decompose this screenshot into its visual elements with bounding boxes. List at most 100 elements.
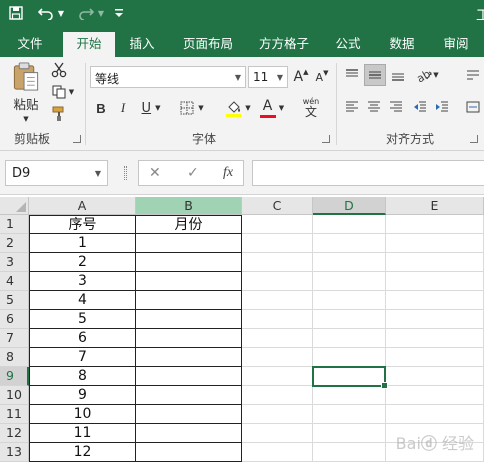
increase-indent-button[interactable] xyxy=(432,97,452,117)
cell-c7[interactable] xyxy=(242,329,313,348)
cell-e5[interactable] xyxy=(386,291,484,310)
undo-dropdown-icon[interactable]: ▼ xyxy=(56,3,66,23)
row-header-5[interactable]: 5 xyxy=(0,291,29,310)
fill-color-button[interactable]: ▼ xyxy=(222,97,254,119)
cell-b7[interactable] xyxy=(136,329,242,348)
row-header-10[interactable]: 10 xyxy=(0,386,29,405)
borders-button[interactable]: ▼ xyxy=(176,97,208,119)
cell-c5[interactable] xyxy=(242,291,313,310)
cell-b6[interactable] xyxy=(136,310,242,329)
font-name-select[interactable]: 等线 ▼ xyxy=(90,66,246,88)
cell-b10[interactable] xyxy=(136,386,242,405)
decrease-indent-button[interactable] xyxy=(410,97,430,117)
cell-a11[interactable]: 10 xyxy=(29,405,136,424)
row-header-7[interactable]: 7 xyxy=(0,329,29,348)
tab-review[interactable]: 审阅 xyxy=(434,32,478,57)
align-left-button[interactable] xyxy=(342,97,362,117)
cell-a4[interactable]: 3 xyxy=(29,272,136,291)
copy-button[interactable]: ▼ xyxy=(48,82,78,102)
cell-c1[interactable] xyxy=(242,215,313,234)
cell-d6[interactable] xyxy=(313,310,386,329)
paste-button[interactable]: 粘贴 xyxy=(8,61,44,113)
column-header-e[interactable]: E xyxy=(386,197,484,215)
cell-e11[interactable] xyxy=(386,405,484,424)
align-bottom-button[interactable] xyxy=(388,65,408,85)
cell-a10[interactable]: 9 xyxy=(29,386,136,405)
tab-insert[interactable]: 插入 xyxy=(120,32,164,57)
column-header-c[interactable]: C xyxy=(242,197,313,215)
cell-d13[interactable] xyxy=(313,443,386,462)
cell-b11[interactable] xyxy=(136,405,242,424)
cell-a1[interactable]: 序号 xyxy=(29,215,136,234)
cell-e3[interactable] xyxy=(386,253,484,272)
cell-c3[interactable] xyxy=(242,253,313,272)
merge-center-button[interactable] xyxy=(462,97,484,117)
cell-c6[interactable] xyxy=(242,310,313,329)
row-header-8[interactable]: 8 xyxy=(0,348,29,367)
cell-a9[interactable]: 8 xyxy=(29,367,136,386)
cell-d10[interactable] xyxy=(313,386,386,405)
cell-b2[interactable] xyxy=(136,234,242,253)
save-icon[interactable] xyxy=(6,3,26,23)
cell-d4[interactable] xyxy=(313,272,386,291)
cell-b9[interactable] xyxy=(136,367,242,386)
cell-d2[interactable] xyxy=(313,234,386,253)
cell-b13[interactable] xyxy=(136,443,242,462)
tab-page-layout[interactable]: 页面布局 xyxy=(176,32,240,57)
cell-d5[interactable] xyxy=(313,291,386,310)
cell-d7[interactable] xyxy=(313,329,386,348)
cell-e9[interactable] xyxy=(386,367,484,386)
paste-dropdown-icon[interactable]: ▼ xyxy=(20,115,32,123)
cell-c8[interactable] xyxy=(242,348,313,367)
row-header-3[interactable]: 3 xyxy=(0,253,29,272)
row-header-4[interactable]: 4 xyxy=(0,272,29,291)
tab-formulas[interactable]: 公式 xyxy=(326,32,370,57)
font-launcher-icon[interactable] xyxy=(322,135,330,143)
cell-d12[interactable] xyxy=(313,424,386,443)
redo-icon[interactable] xyxy=(76,3,96,23)
bold-button[interactable]: B xyxy=(92,97,110,119)
row-header-12[interactable]: 12 xyxy=(0,424,29,443)
wrap-text-button[interactable] xyxy=(462,65,484,85)
formula-bar-grip-icon[interactable] xyxy=(124,166,127,180)
cell-c13[interactable] xyxy=(242,443,313,462)
cell-a2[interactable]: 1 xyxy=(29,234,136,253)
row-header-11[interactable]: 11 xyxy=(0,405,29,424)
cell-a3[interactable]: 2 xyxy=(29,253,136,272)
font-color-button[interactable]: A ▼ xyxy=(256,97,288,119)
cell-e10[interactable] xyxy=(386,386,484,405)
cell-a5[interactable]: 4 xyxy=(29,291,136,310)
cell-d11[interactable] xyxy=(313,405,386,424)
undo-icon[interactable] xyxy=(36,3,56,23)
row-header-13[interactable]: 13 xyxy=(0,443,29,462)
cell-b12[interactable] xyxy=(136,424,242,443)
tab-file[interactable]: 文件 xyxy=(8,32,52,57)
cell-c2[interactable] xyxy=(242,234,313,253)
enter-icon[interactable]: ✓ xyxy=(187,165,199,181)
font-size-select[interactable]: 11 ▼ xyxy=(248,66,288,88)
row-header-9[interactable]: 9 xyxy=(0,367,29,386)
customize-toolbar-icon[interactable] xyxy=(112,3,126,23)
orientation-button[interactable]: ab ▼ xyxy=(412,65,442,85)
row-header-2[interactable]: 2 xyxy=(0,234,29,253)
tab-data[interactable]: 数据 xyxy=(380,32,424,57)
cell-b5[interactable] xyxy=(136,291,242,310)
italic-button[interactable]: I xyxy=(114,97,132,119)
row-header-6[interactable]: 6 xyxy=(0,310,29,329)
shrink-font-button[interactable]: A ▼ xyxy=(313,66,331,88)
cell-c10[interactable] xyxy=(242,386,313,405)
select-all-button[interactable] xyxy=(0,197,29,215)
cell-e8[interactable] xyxy=(386,348,484,367)
cell-c12[interactable] xyxy=(242,424,313,443)
tab-home[interactable]: 开始 xyxy=(63,32,115,57)
redo-dropdown-icon[interactable]: ▼ xyxy=(96,3,106,23)
cell-c4[interactable] xyxy=(242,272,313,291)
align-right-button[interactable] xyxy=(386,97,406,117)
cell-a13[interactable]: 12 xyxy=(29,443,136,462)
cell-e4[interactable] xyxy=(386,272,484,291)
format-painter-button[interactable] xyxy=(48,104,70,124)
formula-input[interactable] xyxy=(252,160,484,186)
name-box[interactable]: D9 ▼ xyxy=(5,160,108,186)
cell-b1[interactable]: 月份 xyxy=(136,215,242,234)
alignment-launcher-icon[interactable] xyxy=(470,135,478,143)
